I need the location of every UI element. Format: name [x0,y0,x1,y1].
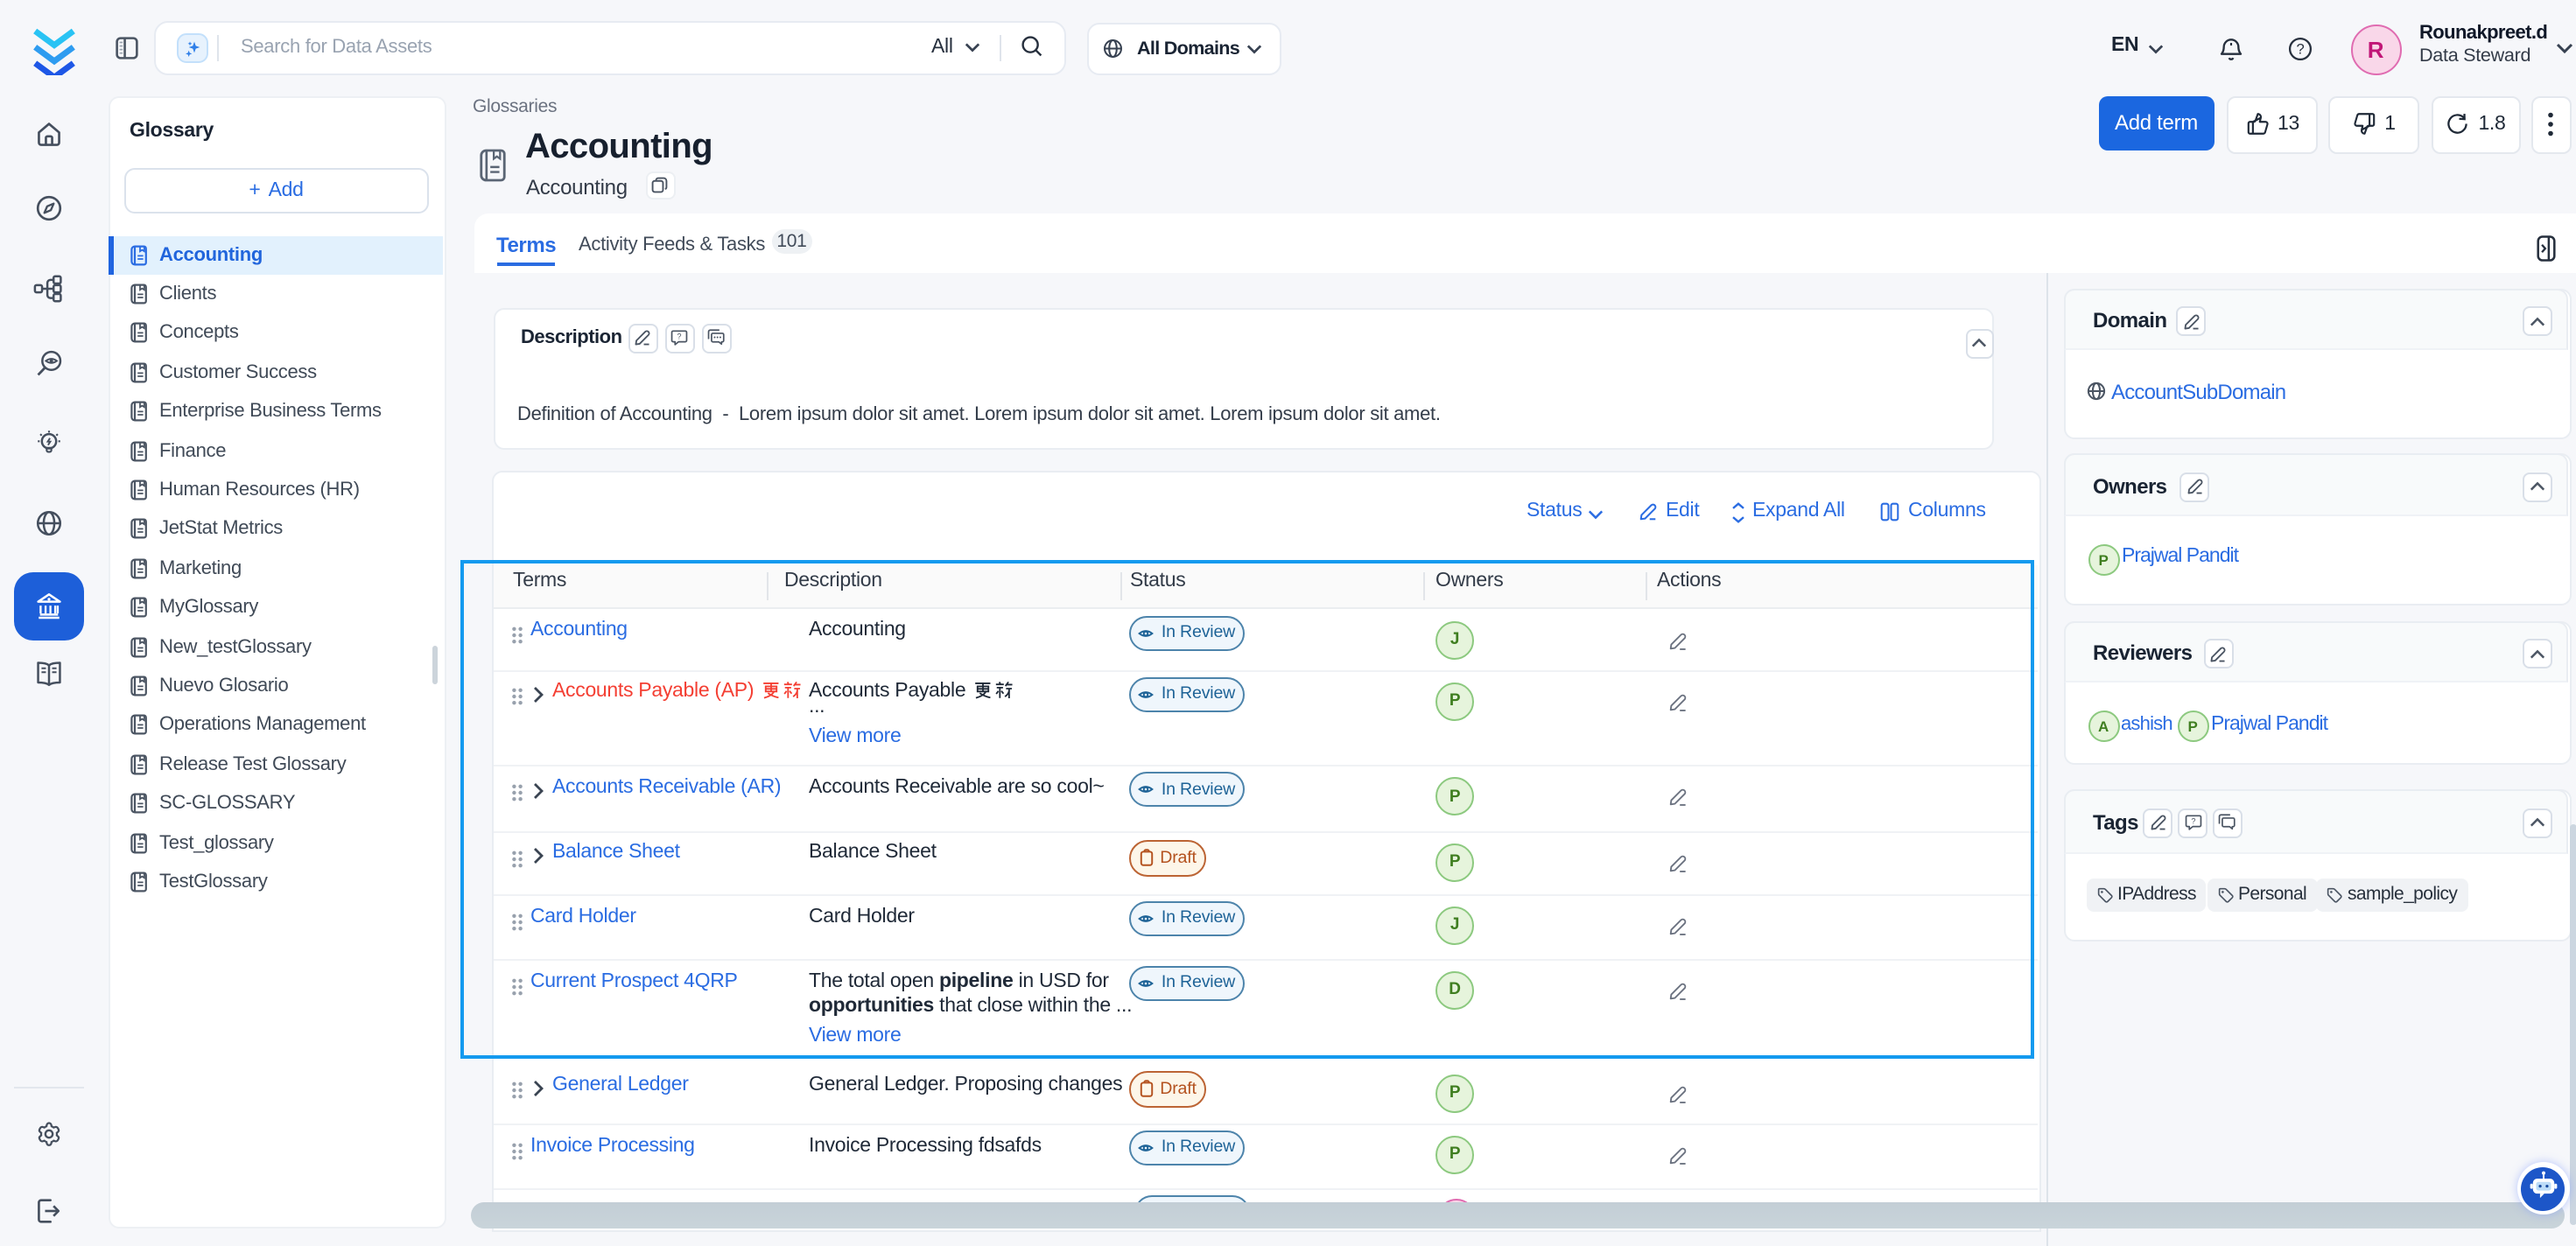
svg-text:?: ? [677,332,682,341]
svg-text:?: ? [2297,41,2305,58]
svg-text:?: ? [2190,816,2194,825]
